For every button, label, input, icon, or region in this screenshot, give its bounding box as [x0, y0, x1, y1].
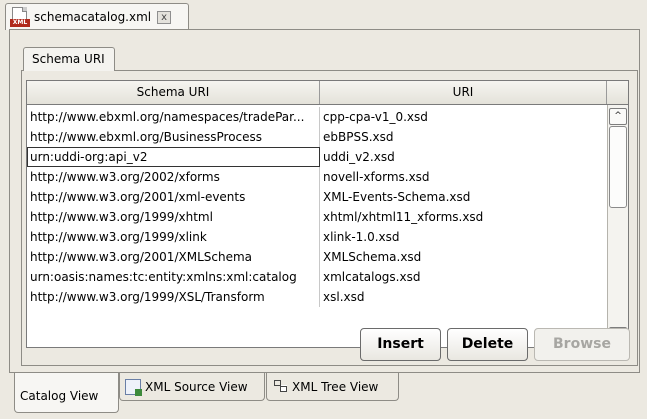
- table-row[interactable]: http://www.w3.org/2002/xforms novell-xfor…: [27, 167, 607, 187]
- insert-button[interactable]: Insert: [360, 328, 441, 361]
- view-tabs: Catalog View XML Source View XML Tree Vi…: [0, 373, 647, 419]
- tab-xml-tree-view-label: XML Tree View: [292, 379, 379, 394]
- cell-schema-uri[interactable]: urn:uddi-org:api_v2: [27, 147, 320, 167]
- table-row[interactable]: http://www.w3.org/1999/xhtml xhtml/xhtml1…: [27, 207, 607, 227]
- close-icon[interactable]: x: [157, 10, 172, 24]
- xml-tree-icon: [272, 379, 288, 395]
- editor-tab-title: schemacatalog.xml: [34, 10, 152, 24]
- xml-source-icon: [125, 378, 142, 396]
- cell-uri[interactable]: xsl.xsd: [320, 287, 607, 307]
- table-row[interactable]: http://www.ebxml.org/BusinessProcess ebBP…: [27, 127, 607, 147]
- table-row[interactable]: http://www.w3.org/1999/xlink xlink-1.0.xs…: [27, 227, 607, 247]
- scroll-thumb[interactable]: [609, 126, 627, 208]
- column-header-schema-uri[interactable]: Schema URI: [27, 81, 320, 104]
- table-row[interactable]: http://www.w3.org/1999/XSL/Transform xsl.…: [27, 287, 607, 307]
- cell-uri[interactable]: cpp-cpa-v1_0.xsd: [320, 107, 607, 127]
- header-corner: [607, 81, 628, 104]
- cell-uri[interactable]: ebBPSS.xsd: [320, 127, 607, 147]
- cell-schema-uri[interactable]: http://www.w3.org/2002/xforms: [27, 167, 320, 187]
- cell-schema-uri[interactable]: http://www.w3.org/1999/xlink: [27, 227, 320, 247]
- tab-xml-source-view-label: XML Source View: [145, 379, 248, 394]
- table-row[interactable]: http://www.w3.org/2001/xml-events XML-Eve…: [27, 187, 607, 207]
- cell-schema-uri[interactable]: http://www.w3.org/1999/XSL/Transform: [27, 287, 320, 307]
- table-header: Schema URI URI: [27, 81, 628, 105]
- tab-schema-uri[interactable]: Schema URI: [23, 47, 115, 71]
- cell-uri[interactable]: novell-xforms.xsd: [320, 167, 607, 187]
- cell-uri[interactable]: xhtml/xhtml11_xforms.xsd: [320, 207, 607, 227]
- tab-catalog-view-label: Catalog View: [20, 388, 99, 403]
- cell-uri[interactable]: xmlcatalogs.xsd: [320, 267, 607, 287]
- tab-xml-tree-view[interactable]: XML Tree View: [266, 373, 399, 401]
- table-row[interactable]: urn:uddi-org:api_v2 uddi_v2.xsd: [27, 147, 607, 167]
- cell-schema-uri[interactable]: http://www.w3.org/1999/xhtml: [27, 207, 320, 227]
- catalog-editor-frame: Schema URI Schema URI URI http://www.ebx…: [9, 29, 640, 373]
- cell-uri[interactable]: xlink-1.0.xsd: [320, 227, 607, 247]
- editor-tab-bar: XML schemacatalog.xml x: [0, 0, 647, 30]
- column-header-uri[interactable]: URI: [320, 81, 607, 104]
- delete-button[interactable]: Delete: [447, 328, 528, 361]
- table-body: http://www.ebxml.org/namespaces/tradePar…: [27, 105, 607, 347]
- cell-uri[interactable]: uddi_v2.xsd: [320, 147, 607, 167]
- cell-schema-uri[interactable]: urn:oasis:names:tc:entity:xmlns:xml:cata…: [27, 267, 320, 287]
- table-row[interactable]: http://www.w3.org/2001/XMLSchema XMLSchem…: [27, 247, 607, 267]
- cell-schema-uri[interactable]: http://www.w3.org/2001/XMLSchema: [27, 247, 320, 267]
- table-row[interactable]: urn:oasis:names:tc:entity:xmlns:xml:cata…: [27, 267, 607, 287]
- browse-button[interactable]: Browse: [534, 328, 630, 361]
- cell-schema-uri[interactable]: http://www.ebxml.org/BusinessProcess: [27, 127, 320, 147]
- tab-xml-source-view[interactable]: XML Source View: [119, 373, 265, 401]
- vertical-scrollbar[interactable]: ^ v: [607, 105, 628, 347]
- editor-tab-schemacatalog[interactable]: XML schemacatalog.xml x: [5, 3, 189, 30]
- xml-file-icon: XML: [10, 7, 30, 27]
- table-row[interactable]: http://www.ebxml.org/namespaces/tradePar…: [27, 107, 607, 127]
- cell-uri[interactable]: XMLSchema.xsd: [320, 247, 607, 267]
- scroll-up-icon[interactable]: ^: [609, 108, 627, 125]
- cell-uri[interactable]: XML-Events-Schema.xsd: [320, 187, 607, 207]
- cell-schema-uri[interactable]: http://www.ebxml.org/namespaces/tradePar…: [27, 107, 320, 127]
- cell-schema-uri[interactable]: http://www.w3.org/2001/xml-events: [27, 187, 320, 207]
- schema-table: Schema URI URI http://www.ebxml.org/name…: [26, 80, 629, 348]
- tab-catalog-view[interactable]: Catalog View: [14, 373, 119, 413]
